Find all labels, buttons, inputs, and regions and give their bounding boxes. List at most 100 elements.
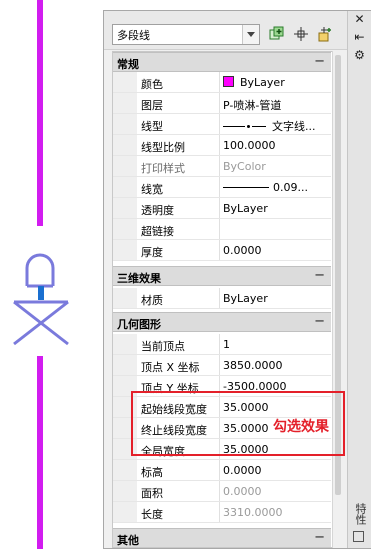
row-gutter bbox=[113, 334, 137, 354]
palette-header: 多段线 bbox=[104, 11, 347, 50]
section-misc[interactable]: 其他 − bbox=[113, 528, 331, 547]
row-gutter bbox=[113, 288, 137, 308]
row-gutter bbox=[113, 72, 137, 92]
section-title: 其他 bbox=[117, 534, 139, 547]
column-divider bbox=[219, 288, 220, 308]
property-row-area[interactable]: 面积 0.0000 bbox=[113, 481, 331, 502]
row-gutter bbox=[113, 481, 137, 501]
property-name: 颜色 bbox=[141, 78, 163, 91]
linetype-value-text: 文字线... bbox=[272, 120, 316, 133]
property-row-vertex-x[interactable]: 顶点 X 坐标 3850.0000 bbox=[113, 355, 331, 376]
color-swatch-icon bbox=[223, 76, 234, 87]
row-gutter bbox=[113, 460, 137, 480]
property-value[interactable]: 0.0000 bbox=[223, 464, 262, 477]
chevron-down-icon[interactable] bbox=[242, 25, 259, 44]
property-row-lineweight[interactable]: 线宽 0.09... bbox=[113, 177, 331, 198]
autohide-icon[interactable]: ⇤ bbox=[353, 31, 366, 44]
section-geometry[interactable]: 几何图形 − bbox=[113, 312, 331, 332]
property-value[interactable]: ByLayer bbox=[223, 292, 268, 305]
polyline-segment-top[interactable] bbox=[37, 0, 43, 226]
object-type-value: 多段线 bbox=[117, 29, 150, 42]
property-row-current-vertex[interactable]: 当前顶点 1 bbox=[113, 334, 331, 355]
property-value[interactable]: 0.0000 bbox=[223, 244, 262, 257]
property-value[interactable]: P-喷淋-管道 bbox=[223, 97, 281, 113]
column-divider bbox=[219, 355, 220, 375]
quick-select-icon[interactable] bbox=[268, 25, 286, 43]
property-name: 顶点 X 坐标 bbox=[141, 361, 200, 374]
property-row-material[interactable]: 材质 ByLayer bbox=[113, 288, 331, 309]
section-3d-effects[interactable]: 三维效果 − bbox=[113, 266, 331, 286]
column-divider bbox=[219, 93, 220, 113]
close-icon[interactable]: ✕ bbox=[353, 13, 366, 26]
row-gutter bbox=[113, 114, 137, 134]
section-general[interactable]: 常规 − bbox=[113, 52, 331, 72]
property-value[interactable]: 文字线... bbox=[223, 118, 316, 134]
property-row-layer[interactable]: 图层 P-喷淋-管道 bbox=[113, 93, 331, 114]
pick-objects-icon[interactable] bbox=[292, 25, 310, 43]
collapse-icon[interactable]: − bbox=[314, 268, 325, 284]
row-gutter bbox=[113, 502, 137, 522]
column-divider bbox=[219, 156, 220, 176]
property-value: 0.0000 bbox=[223, 485, 262, 498]
palette-menu-icon[interactable] bbox=[353, 531, 364, 542]
lineweight-value-text: 0.09... bbox=[273, 181, 308, 194]
column-divider bbox=[219, 177, 220, 197]
property-name: 图层 bbox=[141, 99, 163, 112]
property-row-linetype-scale[interactable]: 线型比例 100.0000 bbox=[113, 135, 331, 156]
properties-palette: 多段线 常规 − 颜色 ByLayer 图层 P-喷淋-管道 线型 文字线...… bbox=[103, 10, 371, 549]
section-title: 几何图形 bbox=[117, 318, 161, 331]
polyline-segment-bottom[interactable] bbox=[37, 356, 43, 549]
linetype-preview-icon bbox=[223, 126, 245, 127]
settings-icon[interactable]: ⚙ bbox=[353, 49, 366, 62]
property-name: 透明度 bbox=[141, 204, 174, 217]
property-value[interactable]: ByLayer bbox=[223, 202, 268, 215]
property-name: 线宽 bbox=[141, 183, 163, 196]
property-name: 当前顶点 bbox=[141, 340, 185, 353]
property-name: 超链接 bbox=[141, 225, 174, 238]
column-divider bbox=[219, 135, 220, 155]
vertical-scrollbar[interactable] bbox=[332, 51, 343, 548]
property-name: 材质 bbox=[141, 294, 163, 307]
row-gutter bbox=[113, 135, 137, 155]
property-row-thickness[interactable]: 厚度 0.0000 bbox=[113, 240, 331, 261]
property-name: 长度 bbox=[141, 508, 163, 521]
property-name: 标高 bbox=[141, 466, 163, 479]
row-gutter bbox=[113, 93, 137, 113]
property-row-color[interactable]: 颜色 ByLayer bbox=[113, 72, 331, 93]
property-row-length[interactable]: 长度 3310.0000 bbox=[113, 502, 331, 523]
collapse-icon[interactable]: − bbox=[314, 314, 325, 330]
collapse-icon[interactable]: − bbox=[314, 54, 325, 70]
property-name: 打印样式 bbox=[141, 162, 185, 175]
property-value[interactable]: 1 bbox=[223, 338, 230, 351]
object-type-dropdown[interactable]: 多段线 bbox=[112, 24, 260, 45]
lineweight-preview-icon bbox=[223, 187, 269, 188]
pickadd-toggle-icon[interactable] bbox=[316, 25, 334, 43]
column-divider bbox=[219, 502, 220, 522]
xp-pipe-symbol[interactable] bbox=[10, 250, 72, 348]
palette-side-strip: ✕ ⇤ ⚙ 特性 bbox=[347, 11, 371, 548]
column-divider bbox=[219, 460, 220, 480]
column-divider bbox=[219, 114, 220, 134]
property-row-hyperlink[interactable]: 超链接 bbox=[113, 219, 331, 240]
color-value-text: ByLayer bbox=[240, 76, 285, 89]
row-gutter bbox=[113, 156, 137, 176]
palette-title: 特性 bbox=[354, 503, 367, 525]
row-gutter bbox=[113, 219, 137, 239]
column-divider bbox=[219, 481, 220, 501]
linetype-preview-icon bbox=[252, 126, 266, 127]
property-value: 3310.0000 bbox=[223, 506, 283, 519]
property-name: 线型比例 bbox=[141, 141, 185, 154]
section-title: 三维效果 bbox=[117, 272, 161, 285]
property-row-linetype[interactable]: 线型 文字线... bbox=[113, 114, 331, 135]
column-divider bbox=[219, 72, 220, 92]
property-value[interactable]: 3850.0000 bbox=[223, 359, 283, 372]
property-name: 线型 bbox=[141, 120, 163, 133]
collapse-icon[interactable]: − bbox=[314, 530, 325, 546]
linetype-dot-icon bbox=[247, 125, 250, 128]
property-value[interactable]: 0.09... bbox=[223, 181, 308, 194]
property-row-plot-style[interactable]: 打印样式 ByColor bbox=[113, 156, 331, 177]
property-row-transparency[interactable]: 透明度 ByLayer bbox=[113, 198, 331, 219]
property-value[interactable]: 100.0000 bbox=[223, 139, 276, 152]
property-value[interactable]: ByLayer bbox=[223, 76, 285, 89]
property-row-elevation[interactable]: 标高 0.0000 bbox=[113, 460, 331, 481]
